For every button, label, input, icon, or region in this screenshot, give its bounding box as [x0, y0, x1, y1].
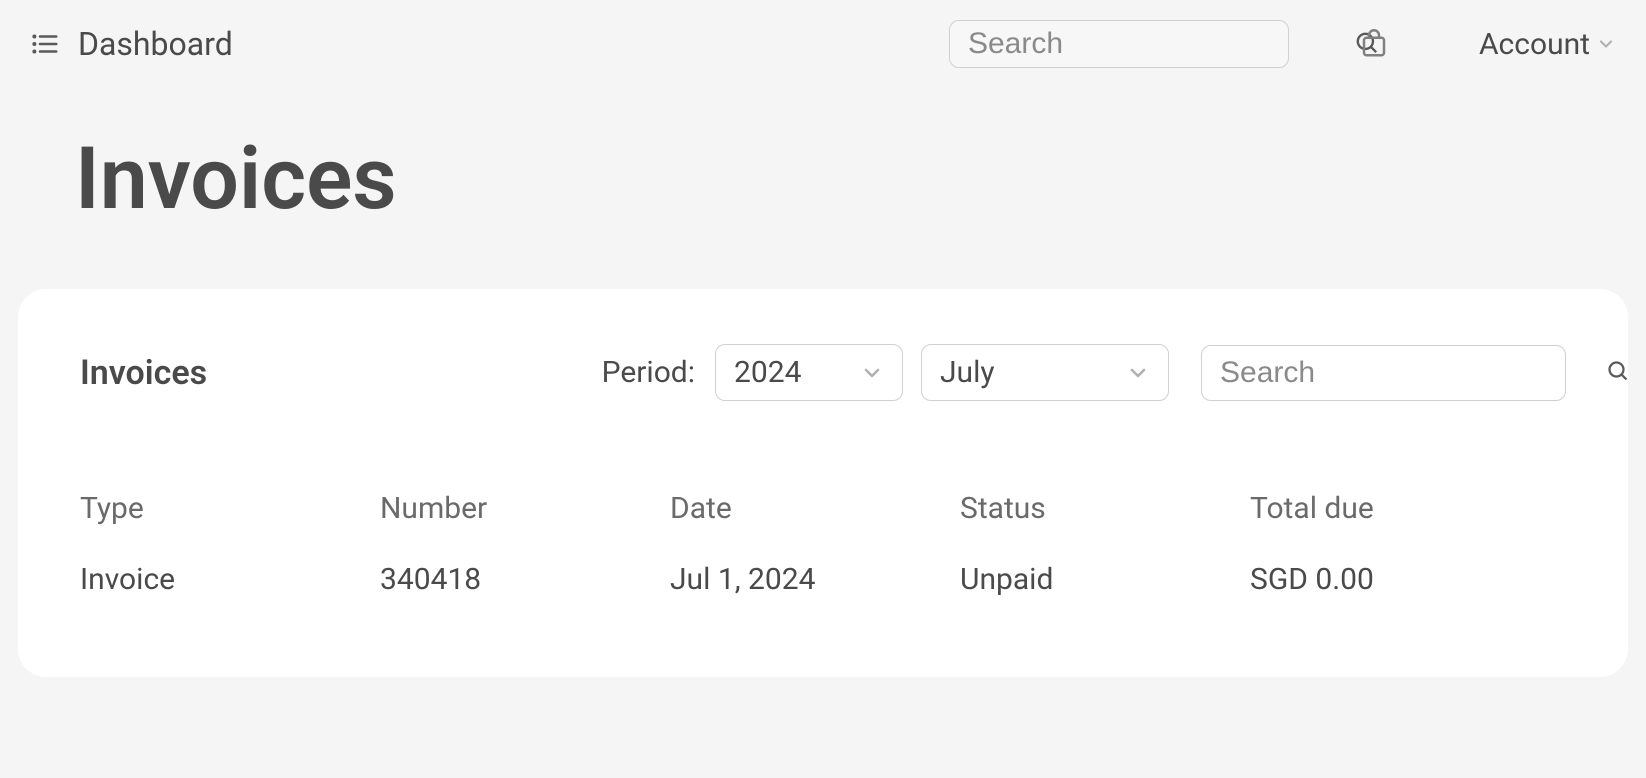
month-select[interactable]: July: [921, 344, 1169, 401]
account-label: Account: [1479, 27, 1590, 62]
col-type: Type: [80, 491, 380, 526]
list-icon[interactable]: [30, 29, 60, 59]
col-total-due: Total due: [1250, 491, 1566, 526]
invoices-card: Invoices Period: 2024 July: [18, 289, 1628, 677]
card-title: Invoices: [80, 353, 207, 393]
top-bar: Dashboard Account: [0, 0, 1646, 88]
table-row[interactable]: Invoice 340418 Jul 1, 2024 Unpaid SGD 0.…: [80, 562, 1566, 597]
chevron-down-icon: [1126, 361, 1150, 385]
period-label: Period:: [602, 355, 695, 390]
col-date: Date: [670, 491, 960, 526]
global-search-input[interactable]: [968, 27, 1354, 61]
account-dropdown[interactable]: Account: [1479, 27, 1616, 62]
table-header-row: Type Number Date Status Total due: [80, 491, 1566, 526]
top-bar-left: Dashboard: [30, 25, 233, 63]
col-number: Number: [380, 491, 670, 526]
search-icon: [1606, 359, 1630, 386]
col-status: Status: [960, 491, 1250, 526]
invoices-table: Type Number Date Status Total due Invoic…: [80, 491, 1566, 597]
card-header: Invoices Period: 2024 July: [80, 344, 1566, 401]
invoices-search[interactable]: [1201, 345, 1566, 401]
page-title: Invoices: [0, 88, 1646, 289]
year-select-value: 2024: [734, 355, 801, 390]
cell-type: Invoice: [80, 562, 380, 597]
invoices-search-input[interactable]: [1220, 356, 1606, 390]
chevron-down-icon: [1596, 34, 1616, 54]
cell-date: Jul 1, 2024: [670, 562, 960, 597]
month-select-value: July: [940, 355, 995, 390]
cell-status: Unpaid: [960, 562, 1250, 597]
chevron-down-icon: [860, 361, 884, 385]
invoices-search-button[interactable]: [1606, 359, 1630, 386]
cell-number: 340418: [380, 562, 670, 597]
cell-total-due: SGD 0.00: [1250, 562, 1566, 597]
year-select[interactable]: 2024: [715, 344, 903, 401]
dashboard-link[interactable]: Dashboard: [78, 25, 233, 63]
global-search[interactable]: [949, 20, 1289, 68]
shopping-bag-icon[interactable]: [1359, 29, 1389, 59]
